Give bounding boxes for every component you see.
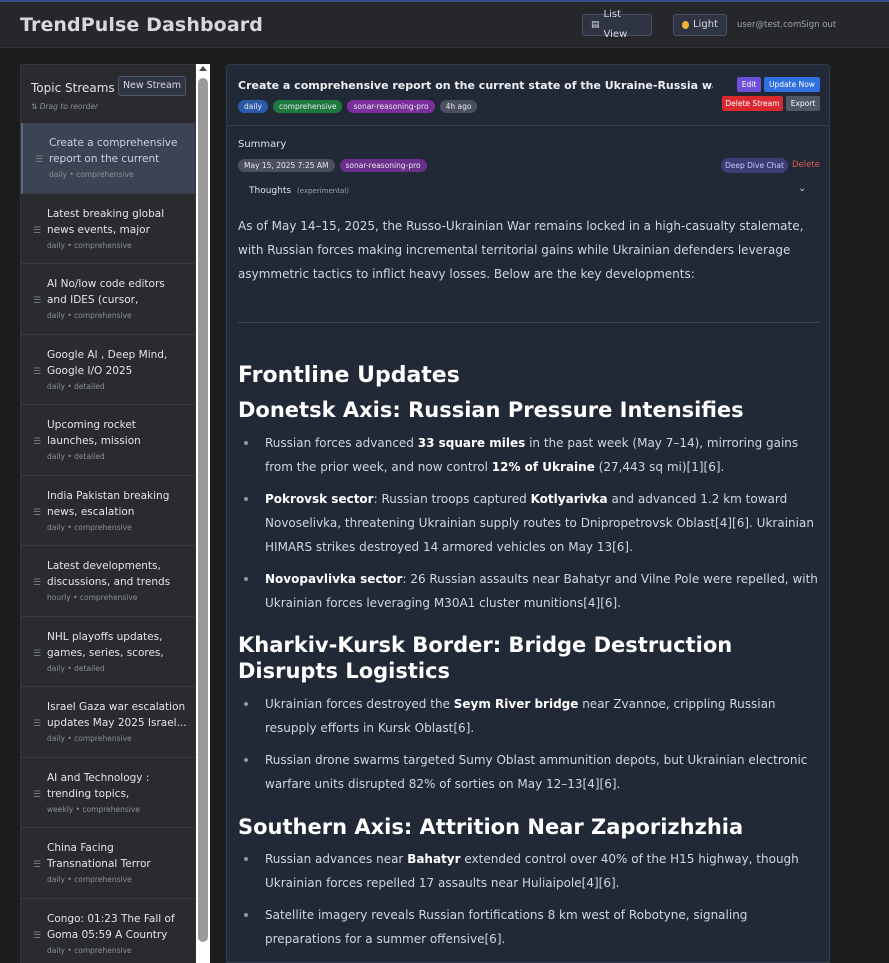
summary-date-badge: May 15, 2025 7:25 AM	[238, 159, 335, 172]
list-item: Pokrovsk sector: Russian troops captured…	[238, 487, 820, 559]
summary-meta: May 15, 2025 7:25 AM sonar-reasoning-pro	[238, 159, 427, 172]
topic-title: Create a comprehensive report on the cur…	[238, 79, 713, 92]
drag-handle-icon[interactable]: ☰	[33, 578, 41, 588]
list-view-button[interactable]: ▤ List View	[582, 9, 652, 40]
report-intro: As of May 14–15, 2025, the Russo-Ukraini…	[238, 219, 804, 281]
list-item: Novopavlivka sector: 26 Russian assaults…	[238, 567, 820, 615]
drag-handle-icon[interactable]: ☰	[33, 790, 41, 800]
deep-dive-chat-button[interactable]: Deep Dive Chat	[721, 158, 788, 173]
age-badge: 4h ago	[439, 100, 478, 113]
model-badge: sonar-reasoning-pro	[347, 100, 435, 113]
update-now-button[interactable]: Update Now	[764, 77, 820, 92]
drag-handle-icon[interactable]: ☰	[33, 437, 41, 447]
southern-list: Russian advances near Bahatyr extended c…	[238, 847, 820, 959]
delete-stream-button[interactable]: Delete Stream	[722, 96, 783, 111]
stream-detail-panel: Create a comprehensive report on the cur…	[226, 64, 830, 963]
summary-label: Summary	[238, 139, 287, 150]
app-title: TrendPulse Dashboard	[20, 14, 263, 36]
drag-hint: ⇅ Drag to reorder	[31, 102, 99, 111]
divider	[238, 322, 820, 323]
drag-handle-icon[interactable]: ☰	[33, 931, 41, 941]
drag-handle-icon[interactable]: ☰	[33, 226, 41, 236]
list-icon: ▤	[591, 20, 600, 30]
drag-handle-icon[interactable]: ☰	[33, 367, 41, 377]
topic-header: Create a comprehensive report on the cur…	[227, 65, 829, 126]
export-button[interactable]: Export	[786, 96, 820, 111]
new-stream-button[interactable]: New Stream	[118, 76, 186, 96]
frequency-badge: daily	[238, 100, 268, 113]
kharkiv-list: Ukrainian forces destroyed the Seym Rive…	[238, 692, 820, 804]
stream-item[interactable]: ☰ Congo: 01:23 The Fall of Goma 05:59 A …	[21, 899, 195, 963]
topic-tags: daily comprehensive sonar-reasoning-pro …	[238, 100, 478, 113]
drag-handle-icon[interactable]: ☰	[33, 649, 41, 659]
sidebar-scrollbar[interactable]	[196, 64, 210, 963]
drag-handle-icon[interactable]: ☰	[33, 296, 41, 306]
drag-handle-icon[interactable]: ☰	[33, 860, 41, 870]
sign-out-link[interactable]: Sign out	[801, 20, 836, 30]
theme-toggle-button[interactable]: Light	[673, 14, 727, 36]
app-header: TrendPulse Dashboard ▤ List View Light u…	[0, 0, 889, 48]
section-heading: Frontline Updates	[238, 363, 460, 388]
drag-handle-icon[interactable]: ☰	[33, 508, 41, 518]
subsection-heading: Donetsk Axis: Russian Pressure Intensifi…	[238, 398, 744, 422]
stream-item[interactable]: ☰ AI and Technology : trending topics, b…	[21, 758, 195, 828]
stream-item[interactable]: ☰ China Facing Transnational Terror Thre…	[21, 828, 195, 899]
scroll-up-arrow-icon[interactable]	[199, 66, 207, 71]
list-item: Russian advances near Bahatyr extended c…	[238, 847, 820, 895]
edit-button[interactable]: Edit	[737, 77, 761, 92]
drag-handle-icon[interactable]: ☰	[33, 719, 41, 729]
stream-item[interactable]: ☰ Create a comprehensive report on the c…	[21, 123, 195, 194]
stream-list: ☰ Create a comprehensive report on the c…	[21, 123, 195, 963]
sun-icon	[682, 21, 690, 29]
depth-badge: comprehensive	[272, 100, 343, 113]
donetsk-list: Russian forces advanced 33 square miles …	[238, 431, 820, 623]
chevron-down-icon[interactable]: ⌄	[798, 183, 806, 194]
subsection-heading: Kharkiv-Kursk Border: Bridge Destruction…	[238, 633, 733, 683]
user-email: user@test.com	[737, 20, 802, 30]
stream-item[interactable]: ☰ Israel Gaza war escalation updates May…	[21, 687, 195, 758]
scrollbar-thumb[interactable]	[198, 78, 208, 942]
stream-item[interactable]: ☰ Google AI , Deep Mind, Google I/O 2025…	[21, 335, 195, 405]
subsection-heading: Southern Axis: Attrition Near Zaporizhzh…	[238, 815, 744, 839]
list-item: Russian drone swarms targeted Sumy Oblas…	[238, 748, 820, 796]
stream-item[interactable]: ☰ India Pakistan breaking news, escalati…	[21, 476, 195, 546]
thoughts-toggle[interactable]: Thoughts (experimental)	[249, 186, 349, 196]
list-item: Ukrainian forces destroyed the Seym Rive…	[238, 692, 820, 740]
stream-item[interactable]: ☰ NHL playoffs updates, games, series, s…	[21, 617, 195, 687]
list-item: Satellite imagery reveals Russian fortif…	[238, 903, 820, 951]
stream-item[interactable]: ☰ Latest developments, discussions, and …	[21, 546, 195, 617]
stream-item[interactable]: ☰ AI No/low code editors and IDES (curso…	[21, 264, 195, 335]
summary-model-badge: sonar-reasoning-pro	[339, 159, 427, 172]
delete-summary-link[interactable]: Delete	[792, 160, 820, 170]
drag-handle-icon[interactable]: ☰	[35, 155, 43, 165]
sidebar-title: Topic Streams	[31, 81, 115, 95]
topic-streams-sidebar: Topic Streams New Stream ⇅ Drag to reord…	[20, 64, 196, 963]
list-item: Russian forces advanced 33 square miles …	[238, 431, 820, 479]
stream-item[interactable]: ☰ Upcoming rocket launches, mission obje…	[21, 405, 195, 476]
reorder-icon: ⇅	[31, 102, 38, 111]
stream-item[interactable]: ☰ Latest breaking global news events, ma…	[21, 194, 195, 264]
